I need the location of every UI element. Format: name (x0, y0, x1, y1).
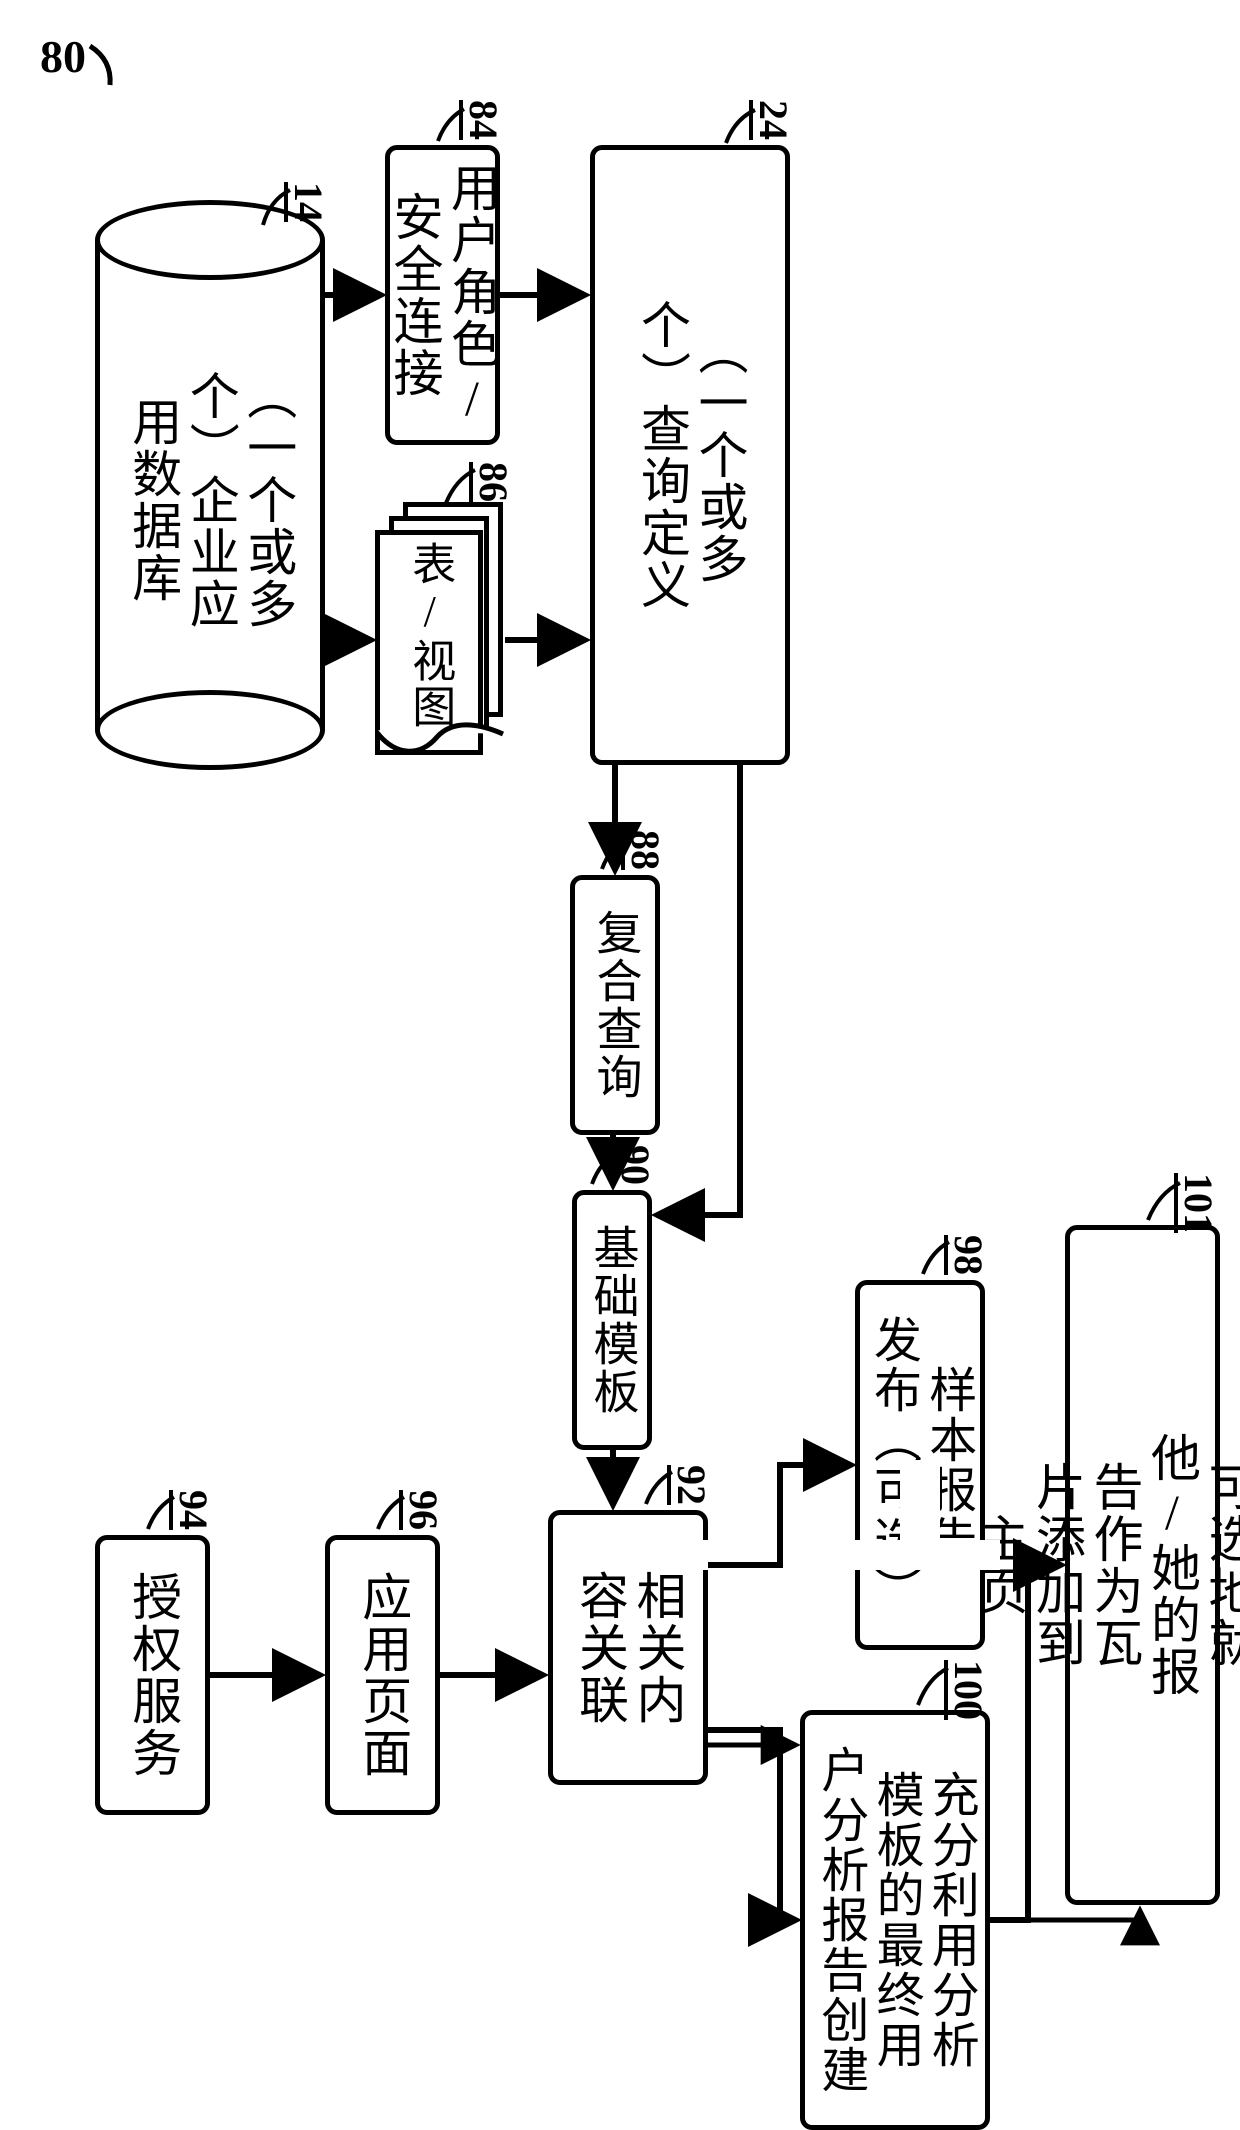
tile-label: 最终用户 可选地就 他/她的报 告作为瓦 片添加到 主页 (970, 1432, 1240, 1698)
enduser-label: 充分利用分析 模板的最终用 户分析报告创建 (812, 1745, 978, 2095)
query-label: （一个或多 个）查询定义 (633, 299, 748, 611)
sample-label: 样本报告 发布（可选） (865, 1315, 975, 1615)
basetpl-label: 基础模板 (586, 1224, 639, 1416)
compq-label: 复合查询 (589, 909, 642, 1101)
roles-label: 用户角色/ 安全连接 (385, 162, 500, 428)
auth-label: 授权服务 (124, 1571, 182, 1779)
assoc-label: 相关内 容关联 (571, 1570, 686, 1726)
db-label: （一个或多 个）企业应 用数据库 (124, 370, 297, 630)
tables-label: 表/视图 (404, 541, 455, 730)
apppage-label: 应用页面 (354, 1571, 412, 1779)
